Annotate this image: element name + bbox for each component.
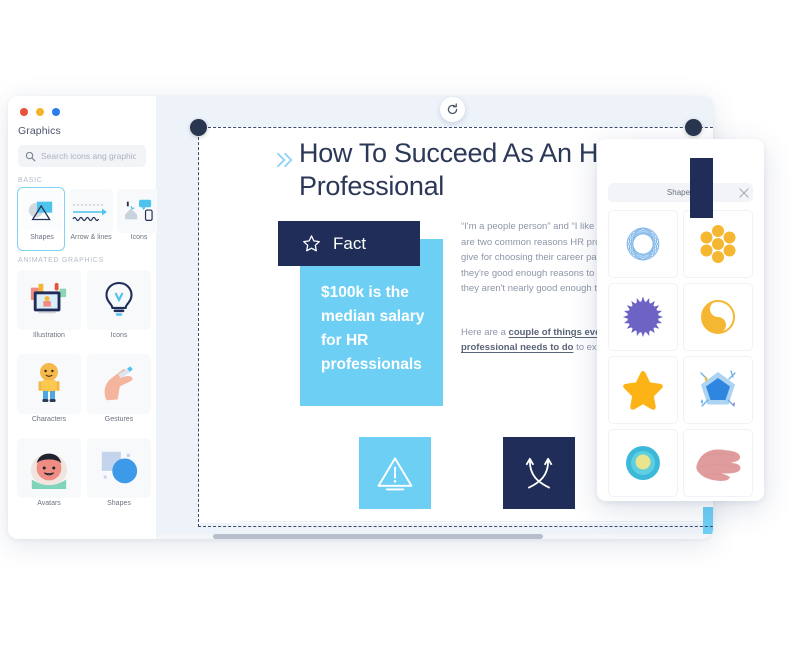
sidebar-item-illustration[interactable]: Illustration [17,270,81,348]
paragraph-2-prefix: Here are a [461,326,509,338]
sidebar-item-label: Shapes [107,500,131,507]
spirograph-ring-shape [626,227,660,261]
search-box[interactable] [18,145,146,167]
sidebar-item-avatars[interactable]: Avatars [17,438,81,516]
sidebar-item-label: Shapes [30,234,54,241]
arrow-lines-thumb-icon [69,189,113,233]
warning-triangle-icon [377,457,413,491]
sidebar-item-label: Arrow & lines [70,234,112,241]
sidebar-item-gestures[interactable]: Gestures [87,354,151,432]
shape-brush-stroke[interactable] [683,429,753,497]
sidebar-item-label: Gestures [104,416,134,423]
illustration-thumb-icon [17,270,81,330]
navy-square-object[interactable] [690,158,713,218]
sidebar-item-shapes[interactable]: Shapes [17,187,65,251]
lightbulb-thumb-icon [87,270,151,330]
maximize-window-button[interactable] [52,108,60,116]
pentagon-sparkle-shape [700,370,736,407]
shape-dot-cluster-flower[interactable] [683,210,753,278]
refresh-icon [447,103,458,115]
sidebar-item-label: Icons [130,234,148,241]
avatar-thumb-icon [17,438,81,498]
divider [239,521,713,522]
five-point-star-shape [623,371,663,410]
horizontal-scrollbar-track[interactable] [157,534,713,539]
horizontal-scrollbar-thumb[interactable] [213,534,543,539]
minimize-window-button[interactable] [36,108,44,116]
refresh-button[interactable] [440,97,465,122]
search-input[interactable] [41,151,136,161]
shape-spirograph-ring[interactable] [608,210,678,278]
shapes-panel-header: Shapes [608,183,753,202]
shapes-circle-thumb-icon [87,438,151,498]
top-left-handle[interactable] [190,119,207,136]
shape-spiky-starburst[interactable] [608,283,678,351]
star-outline-icon [303,235,320,252]
double-chevron-right-icon [277,152,293,168]
character-thumb-icon [17,354,81,414]
concentric-circles-shape [626,446,660,480]
sidebar-item-characters[interactable]: Characters [17,354,81,432]
sidebar-item-label: Illustration [33,332,65,339]
top-right-handle[interactable] [685,119,702,136]
shape-pentagon-sparkle[interactable] [683,356,753,424]
section-label-basic: BASIC [18,177,43,184]
stat-callout-text: $100k is the median salary for HR profes… [321,284,425,373]
sidebar-title: Graphics [18,125,61,137]
fact-badge-label: Fact [333,233,367,253]
shape-five-point-star[interactable] [608,356,678,424]
shapes-grid [608,210,753,497]
sidebar-item-label: Icons [110,332,128,339]
crossing-arrows-icon [525,457,553,489]
yin-yang-crescent-shape [701,300,735,334]
search-icon [25,151,36,161]
page-title: How To Succeed As An HR Professional [299,138,618,201]
shapes-panel[interactable]: Shapes [597,139,764,501]
sidebar-item-animated-shapes[interactable]: Shapes [87,438,151,516]
fact-badge[interactable]: Fact [278,221,420,266]
section-label-animated: ANIMATED GRAPHICS [18,257,105,264]
gesture-hand-thumb-icon [87,354,151,414]
warning-tile[interactable] [359,437,431,509]
shape-concentric-circles[interactable] [608,429,678,497]
sidebar-item-arrow-lines[interactable]: Arrow & lines [69,189,113,251]
shapes-thumb-icon [21,191,63,231]
crossing-arrows-tile[interactable] [503,437,575,509]
spiky-starburst-circle-shape [623,296,663,337]
sidebar-item-label: Avatars [37,500,61,507]
sidebar: Graphics BASIC Shapes [8,96,161,539]
sidebar-item-icons[interactable]: Icons [117,189,161,251]
close-window-button[interactable] [20,108,28,116]
close-icon[interactable] [739,188,749,198]
icons-thumb-icon [117,189,161,233]
sidebar-item-label: Characters [31,416,67,423]
window-traffic-lights [20,108,60,116]
dot-cluster-flower-shape [700,225,736,263]
shape-yin-yang-crescent[interactable] [683,283,753,351]
brush-stroke-shape [696,449,741,481]
sidebar-item-animated-icons[interactable]: Icons [87,270,151,348]
basic-category-row: Shapes Arrow & lines Icons [17,187,161,251]
